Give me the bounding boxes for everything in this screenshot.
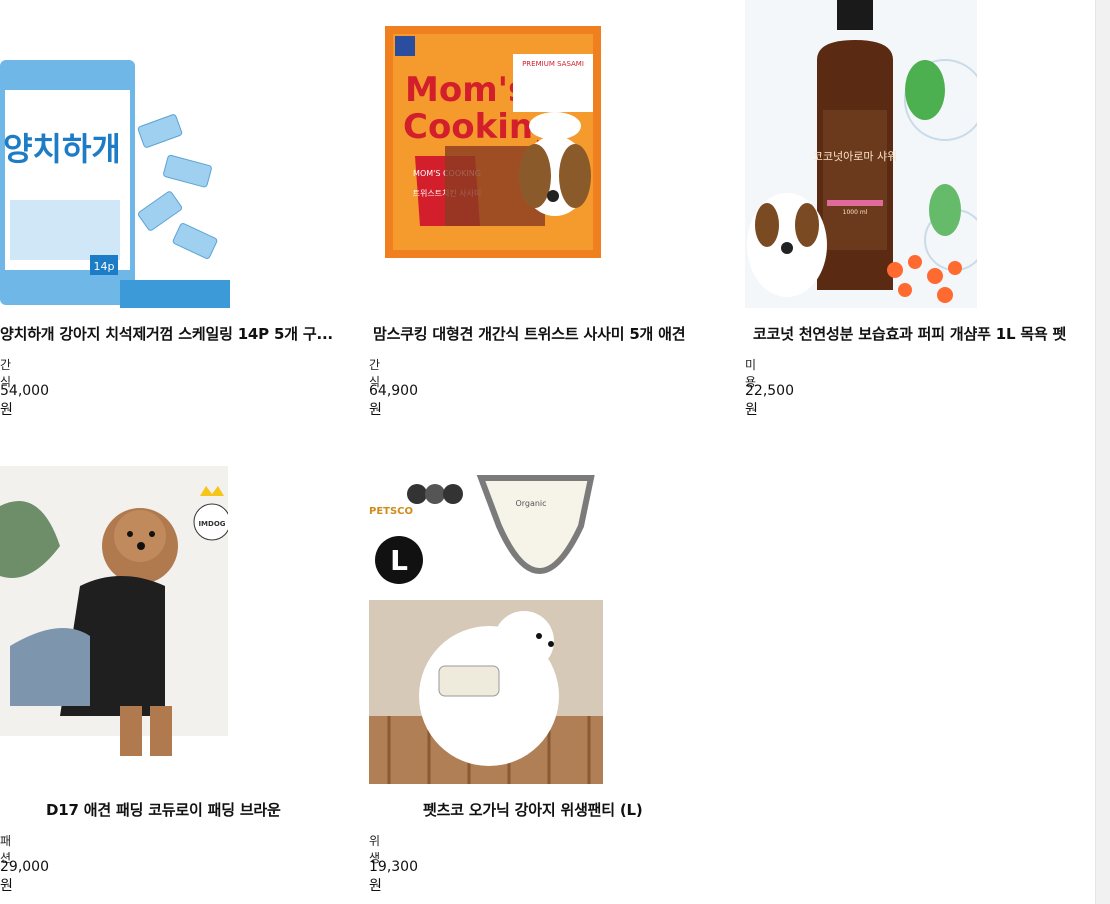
product-image[interactable]: IMDOG <box>0 466 228 784</box>
product-title[interactable]: 양치하개 강아지 치석제거껌 스케일링 14P 5개 구... <box>0 323 333 344</box>
svg-text:Mom's: Mom's <box>405 70 528 110</box>
product-image[interactable]: 양치하개 14p <box>0 0 230 308</box>
svg-text:PETSCO: PETSCO <box>369 506 413 517</box>
svg-text:IMDOG: IMDOG <box>198 520 225 528</box>
product-title[interactable]: D17 애견 패딩 코듀로이 패딩 브라운 <box>46 799 281 820</box>
product-image[interactable]: 코코넛아로마 샤워 1000 ml <box>745 0 977 308</box>
svg-text:PREMIUM SASAMI: PREMIUM SASAMI <box>522 60 584 68</box>
vertical-scrollbar[interactable] <box>1095 0 1110 904</box>
product-image[interactable]: Mom's Cooking PREMIUM SASAMI MOM'S COOKI… <box>385 26 601 258</box>
product-price: 64,900원 <box>369 383 418 418</box>
product-price: 19,300원 <box>369 859 418 894</box>
product-price: 54,000원 <box>0 383 49 418</box>
product-price: 22,500원 <box>745 383 794 418</box>
product-image[interactable]: PETSCO L Organic <box>369 466 603 784</box>
svg-text:Organic: Organic <box>515 499 546 508</box>
product-title[interactable]: 펫츠코 오가닉 강아지 위생팬티 (L) <box>423 799 643 820</box>
svg-text:L: L <box>390 544 408 577</box>
svg-text:양치하개: 양치하개 <box>3 130 121 168</box>
product-title[interactable]: 맘스쿠킹 대형견 개간식 트위스트 사사미 5개 애견 <box>373 323 686 344</box>
svg-text:1000 ml: 1000 ml <box>843 209 868 216</box>
svg-text:코코넛아로마 샤워: 코코넛아로마 샤워 <box>813 150 897 163</box>
svg-text:14p: 14p <box>94 260 115 273</box>
product-price: 29,000원 <box>0 859 49 894</box>
product-title[interactable]: 코코넛 천연성분 보습효과 퍼피 개샴푸 1L 목욕 펫 <box>753 323 1066 344</box>
